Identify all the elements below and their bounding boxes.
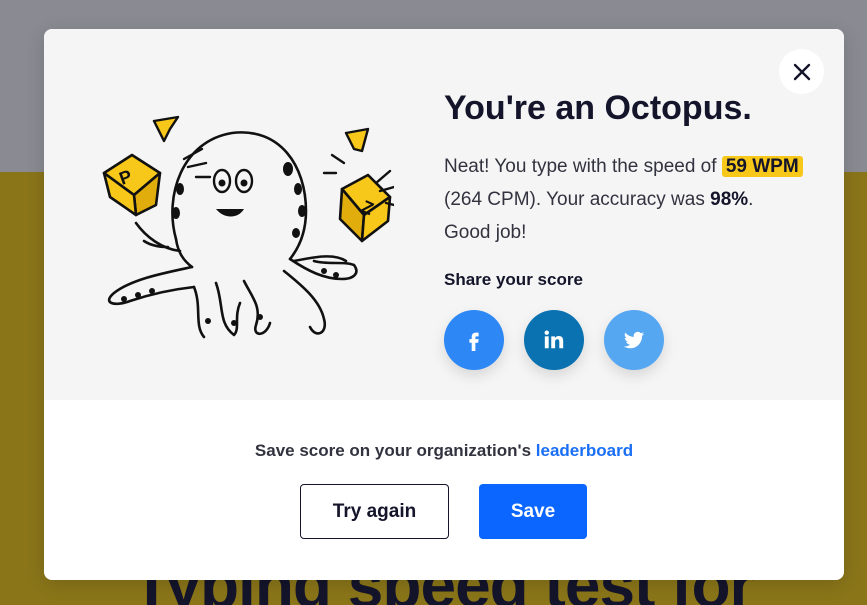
accuracy-score: 98%	[710, 189, 749, 210]
wpm-score: 59 WPM	[721, 156, 803, 177]
share-linkedin-button[interactable]	[524, 310, 584, 370]
result-summary: Neat! You type with the speed of 59 WPM …	[444, 150, 804, 249]
linkedin-icon	[544, 330, 564, 349]
save-button[interactable]: Save	[479, 484, 587, 539]
cpm-text: (264 CPM). Your accuracy was	[444, 189, 705, 210]
try-again-button[interactable]: Try again	[300, 484, 449, 539]
save-prompt-text: Save score on your organization's	[254, 441, 532, 460]
share-buttons	[444, 310, 664, 370]
facebook-icon	[469, 332, 479, 351]
result-intro: Neat! You type with the speed of	[444, 156, 717, 177]
share-title: Share your score	[444, 270, 583, 289]
share-twitter-button[interactable]	[604, 310, 664, 370]
leaderboard-link[interactable]: leaderboard	[536, 441, 633, 460]
close-icon	[793, 63, 810, 80]
close-button[interactable]	[779, 49, 824, 94]
result-panel: P Z You're an Octopus. Neat! You type wi…	[44, 29, 844, 400]
share-facebook-button[interactable]	[444, 310, 504, 370]
octopus-illustration: P Z	[102, 115, 394, 339]
twitter-icon	[623, 331, 645, 349]
save-prompt: Save score on your organization's leader…	[44, 441, 844, 461]
result-modal: P Z You're an Octopus. Neat! You type wi…	[44, 29, 844, 580]
result-title: You're an Octopus.	[444, 89, 752, 127]
